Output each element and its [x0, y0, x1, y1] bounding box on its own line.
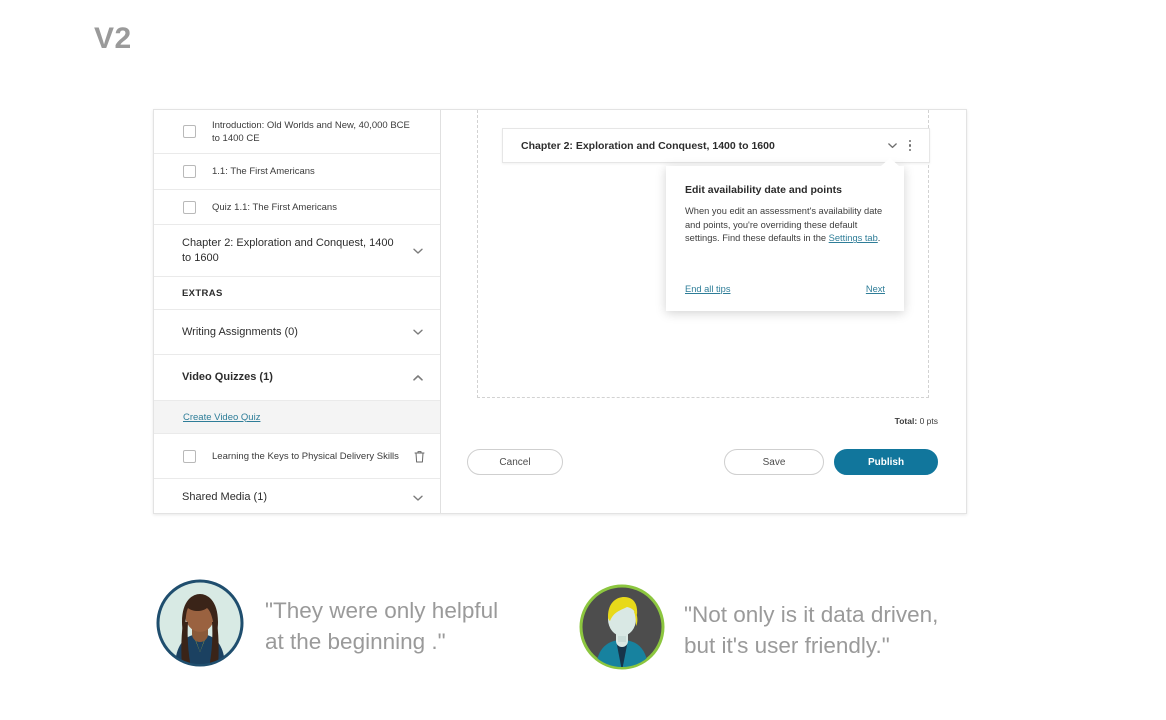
- chevron-down-icon[interactable]: [883, 137, 901, 155]
- tooltip-body: When you edit an assessment's availabili…: [685, 205, 885, 246]
- main-panel: Chapter 2: Exploration and Conquest, 140…: [441, 110, 966, 513]
- save-button[interactable]: Save: [724, 449, 824, 475]
- next-tip-link[interactable]: Next: [866, 284, 885, 294]
- sidebar-section-extras: EXTRAS: [154, 277, 440, 310]
- sidebar-item-label: Learning the Keys to Physical Delivery S…: [212, 450, 412, 463]
- end-all-tips-link[interactable]: End all tips: [685, 284, 730, 294]
- tooltip-popover[interactable]: Edit availability date and points When y…: [666, 166, 904, 311]
- tooltip-footer: End all tips Next: [685, 284, 885, 294]
- sidebar-item-writing-assignments[interactable]: Writing Assignments (0): [154, 310, 440, 355]
- checkbox-icon[interactable]: [183, 450, 196, 463]
- sidebar-item-label: Introduction: Old Worlds and New, 40,000…: [212, 119, 426, 145]
- sidebar-item-label: 1.1: The First Americans: [212, 165, 426, 178]
- total-points-value: 0 pts: [920, 416, 938, 426]
- sidebar-item-chapter-2[interactable]: Chapter 2: Exploration and Conquest, 140…: [154, 225, 440, 277]
- create-video-quiz-link[interactable]: Create Video Quiz: [183, 412, 260, 423]
- checkbox-icon[interactable]: [183, 125, 196, 138]
- testimonial-1: "They were only helpful at the beginning…: [155, 578, 498, 673]
- chapter-title: Chapter 2: Exploration and Conquest, 140…: [521, 140, 883, 152]
- sidebar-item-video-quizzes[interactable]: Video Quizzes (1): [154, 355, 440, 401]
- testimonial-quote: "Not only is it data driven, but it's us…: [684, 599, 938, 661]
- total-points: Total: 0 pts: [895, 416, 938, 426]
- create-video-quiz-link-row[interactable]: Create Video Quiz: [154, 401, 440, 434]
- sidebar-item-label: Video Quizzes (1): [154, 370, 410, 385]
- sidebar-item-shared-media[interactable]: Shared Media (1): [154, 479, 440, 513]
- publish-button[interactable]: Publish: [834, 449, 938, 475]
- testimonial-2: "Not only is it data driven, but it's us…: [578, 583, 938, 676]
- tooltip-title: Edit availability date and points: [685, 184, 885, 196]
- tooltip-body-suffix: .: [878, 233, 881, 243]
- sidebar-item-label: Quiz 1.1: The First Americans: [212, 201, 426, 214]
- testimonial-quote: "They were only helpful at the beginning…: [265, 595, 498, 657]
- sidebar-item-first-americans[interactable]: 1.1: The First Americans: [154, 154, 440, 190]
- checkbox-icon[interactable]: [183, 165, 196, 178]
- sidebar-item-quiz-first-americans[interactable]: Quiz 1.1: The First Americans: [154, 190, 440, 225]
- app-window: Introduction: Old Worlds and New, 40,000…: [153, 109, 967, 514]
- sidebar-item-introduction[interactable]: Introduction: Old Worlds and New, 40,000…: [154, 110, 440, 154]
- settings-tab-link[interactable]: Settings tab: [829, 233, 878, 243]
- screenshot-canvas: V2 Introduction: Old Worlds and New, 40,…: [0, 0, 1166, 720]
- course-content-sidebar[interactable]: Introduction: Old Worlds and New, 40,000…: [154, 110, 441, 513]
- version-label: V2: [94, 22, 132, 56]
- kebab-dots: [909, 140, 912, 152]
- kebab-menu-icon[interactable]: [901, 137, 919, 155]
- chevron-down-icon[interactable]: [410, 490, 426, 506]
- checkbox-icon[interactable]: [183, 201, 196, 214]
- sidebar-item-label: Writing Assignments (0): [154, 325, 410, 340]
- sidebar-item-label: Chapter 2: Exploration and Conquest, 140…: [154, 236, 410, 266]
- male-avatar-icon: [578, 583, 666, 676]
- chevron-down-icon[interactable]: [410, 324, 426, 340]
- female-avatar-icon: [155, 578, 245, 673]
- action-bar: Cancel Save Publish: [441, 447, 966, 477]
- chevron-up-icon[interactable]: [410, 370, 426, 386]
- total-points-label: Total:: [895, 416, 918, 426]
- cancel-button[interactable]: Cancel: [467, 449, 563, 475]
- chapter-header-card[interactable]: Chapter 2: Exploration and Conquest, 140…: [502, 128, 930, 163]
- section-header-label: EXTRAS: [154, 288, 223, 299]
- sidebar-item-learning-keys[interactable]: Learning the Keys to Physical Delivery S…: [154, 434, 440, 479]
- tooltip-arrow-icon: [881, 158, 899, 166]
- sidebar-item-label: Shared Media (1): [154, 490, 410, 505]
- chevron-down-icon[interactable]: [410, 243, 426, 259]
- trash-icon[interactable]: [412, 448, 426, 464]
